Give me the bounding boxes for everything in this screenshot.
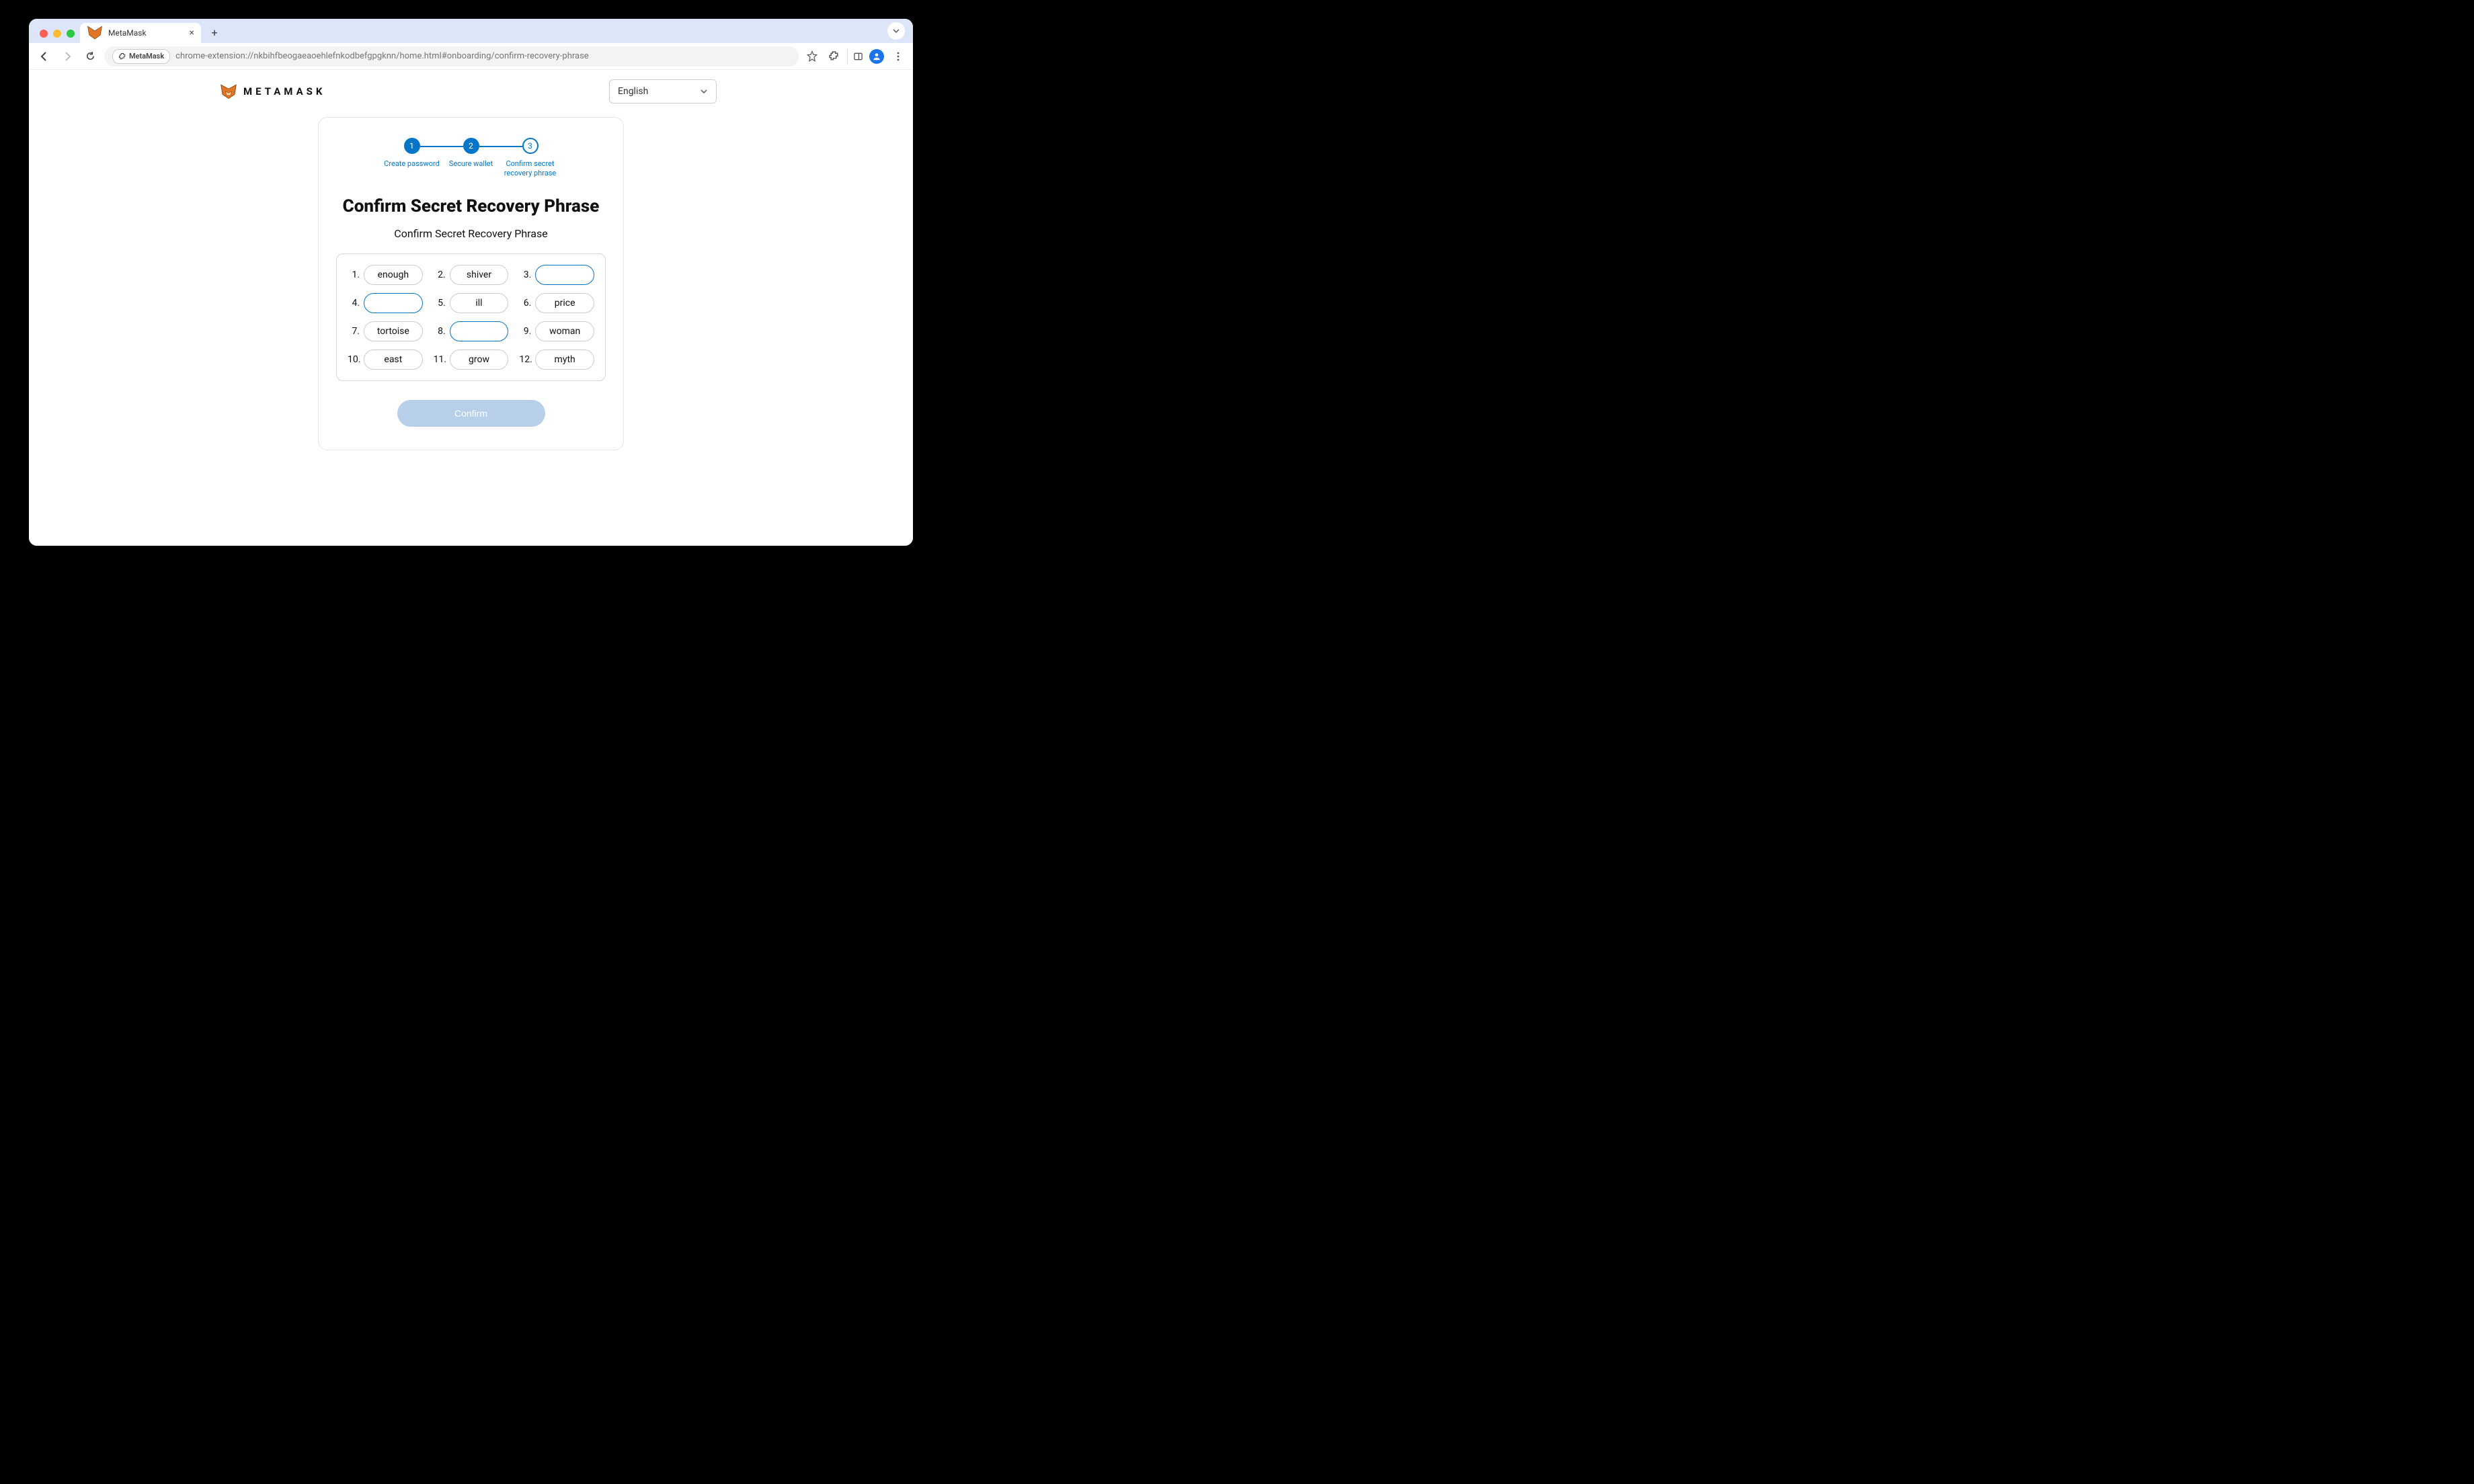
page-content: METAMASK English 1 Create password bbox=[29, 70, 913, 546]
word-index: 11. bbox=[434, 354, 446, 365]
tabs-overflow-button[interactable] bbox=[887, 22, 905, 40]
recovery-word-value: grow bbox=[450, 349, 509, 370]
back-button[interactable] bbox=[36, 48, 53, 65]
page-title: Confirm Secret Recovery Phrase bbox=[336, 196, 606, 216]
minimize-window-button[interactable] bbox=[53, 30, 61, 38]
browser-toolbar: MetaMask chrome-extension://nkbihfbeogae… bbox=[29, 43, 913, 70]
recovery-word-7: 7. tortoise bbox=[348, 321, 423, 341]
tab-close-icon[interactable]: × bbox=[190, 28, 194, 38]
step-3-label: Confirm secret recovery phrase bbox=[501, 159, 560, 179]
recovery-word-8: 8. bbox=[434, 321, 509, 341]
recovery-word-11: 11. grow bbox=[434, 349, 509, 370]
recovery-phrase-grid: 1. enough 2. shiver 3. 4. 5. ill 6. price 7. tortoi… bbox=[336, 253, 606, 381]
extension-chip[interactable]: MetaMask bbox=[112, 49, 170, 64]
recovery-word-9: 9. woman bbox=[519, 321, 594, 341]
step-3-circle: 3 bbox=[522, 138, 538, 154]
maximize-window-button[interactable] bbox=[67, 30, 75, 38]
recovery-word-12: 12. myth bbox=[519, 349, 594, 370]
step-1: 1 Create password bbox=[383, 138, 442, 169]
word-index: 1. bbox=[348, 270, 360, 280]
recovery-word-input[interactable] bbox=[535, 265, 594, 285]
confirm-button[interactable]: Confirm bbox=[397, 400, 545, 427]
step-1-circle: 1 bbox=[404, 138, 420, 154]
chrome-menu-icon[interactable] bbox=[890, 48, 906, 65]
word-index: 5. bbox=[434, 298, 446, 308]
recovery-word-value: ill bbox=[450, 293, 509, 313]
word-index: 12. bbox=[519, 354, 531, 365]
bookmark-star-icon[interactable] bbox=[804, 48, 820, 65]
recovery-word-input[interactable] bbox=[364, 293, 423, 313]
step-1-label: Create password bbox=[384, 159, 440, 169]
recovery-word-value: shiver bbox=[450, 265, 509, 285]
recovery-word-value: tortoise bbox=[364, 321, 423, 341]
recovery-word-value: east bbox=[364, 349, 423, 370]
close-window-button[interactable] bbox=[40, 30, 48, 38]
recovery-word-input[interactable] bbox=[450, 321, 509, 341]
word-index: 2. bbox=[434, 270, 446, 280]
recovery-word-value: woman bbox=[535, 321, 594, 341]
step-2-circle: 2 bbox=[463, 138, 479, 154]
brand-text: METAMASK bbox=[243, 85, 325, 97]
recovery-word-3: 3. bbox=[519, 265, 594, 285]
word-index: 8. bbox=[434, 326, 446, 337]
step-2: 2 Secure wallet bbox=[442, 138, 501, 169]
step-2-label: Secure wallet bbox=[449, 159, 493, 169]
chevron-down-icon bbox=[700, 87, 708, 95]
recovery-word-10: 10. east bbox=[348, 349, 423, 370]
recovery-word-2: 2. shiver bbox=[434, 265, 509, 285]
new-tab-button[interactable]: + bbox=[206, 24, 223, 40]
word-index: 9. bbox=[519, 326, 531, 337]
onboarding-card: 1 Create password 2 Secure wallet 3 Conf… bbox=[318, 117, 624, 450]
extension-chip-label: MetaMask bbox=[129, 52, 164, 60]
tab-favicon bbox=[87, 25, 103, 41]
recovery-word-value: myth bbox=[535, 349, 594, 370]
word-index: 4. bbox=[348, 298, 360, 308]
recovery-word-5: 5. ill bbox=[434, 293, 509, 313]
recovery-word-4: 4. bbox=[348, 293, 423, 313]
word-index: 6. bbox=[519, 298, 531, 308]
progress-stepper: 1 Create password 2 Secure wallet 3 Conf… bbox=[336, 135, 606, 179]
side-panel-icon[interactable] bbox=[847, 48, 863, 65]
recovery-word-6: 6. price bbox=[519, 293, 594, 313]
recovery-word-value: price bbox=[535, 293, 594, 313]
forward-button[interactable] bbox=[58, 48, 76, 65]
metamask-fox-icon bbox=[221, 83, 237, 99]
recovery-word-1: 1. enough bbox=[348, 265, 423, 285]
tab-title: MetaMask bbox=[108, 28, 147, 38]
url-text: chrome-extension://nkbihfbeogaeaoehlefnk… bbox=[175, 51, 589, 61]
reload-button[interactable] bbox=[81, 48, 99, 65]
window-controls bbox=[37, 30, 80, 43]
tab-strip: MetaMask × + bbox=[29, 19, 913, 43]
word-index: 10. bbox=[348, 354, 360, 365]
page-subtitle: Confirm Secret Recovery Phrase bbox=[336, 227, 606, 240]
browser-tab[interactable]: MetaMask × bbox=[80, 23, 201, 43]
brand: METAMASK bbox=[221, 83, 325, 99]
app-header: METAMASK English bbox=[29, 70, 913, 104]
extensions-icon[interactable] bbox=[826, 48, 842, 65]
step-3: 3 Confirm secret recovery phrase bbox=[501, 138, 560, 179]
recovery-word-value: enough bbox=[364, 265, 423, 285]
address-bar[interactable]: MetaMask chrome-extension://nkbihfbeogae… bbox=[104, 46, 799, 67]
word-index: 3. bbox=[519, 270, 531, 280]
language-select[interactable]: English bbox=[609, 79, 717, 104]
language-value: English bbox=[618, 86, 648, 97]
browser-window: MetaMask × + MetaMask chrome-extension:/… bbox=[29, 19, 913, 546]
word-index: 7. bbox=[348, 326, 360, 337]
profile-avatar[interactable] bbox=[869, 48, 885, 65]
